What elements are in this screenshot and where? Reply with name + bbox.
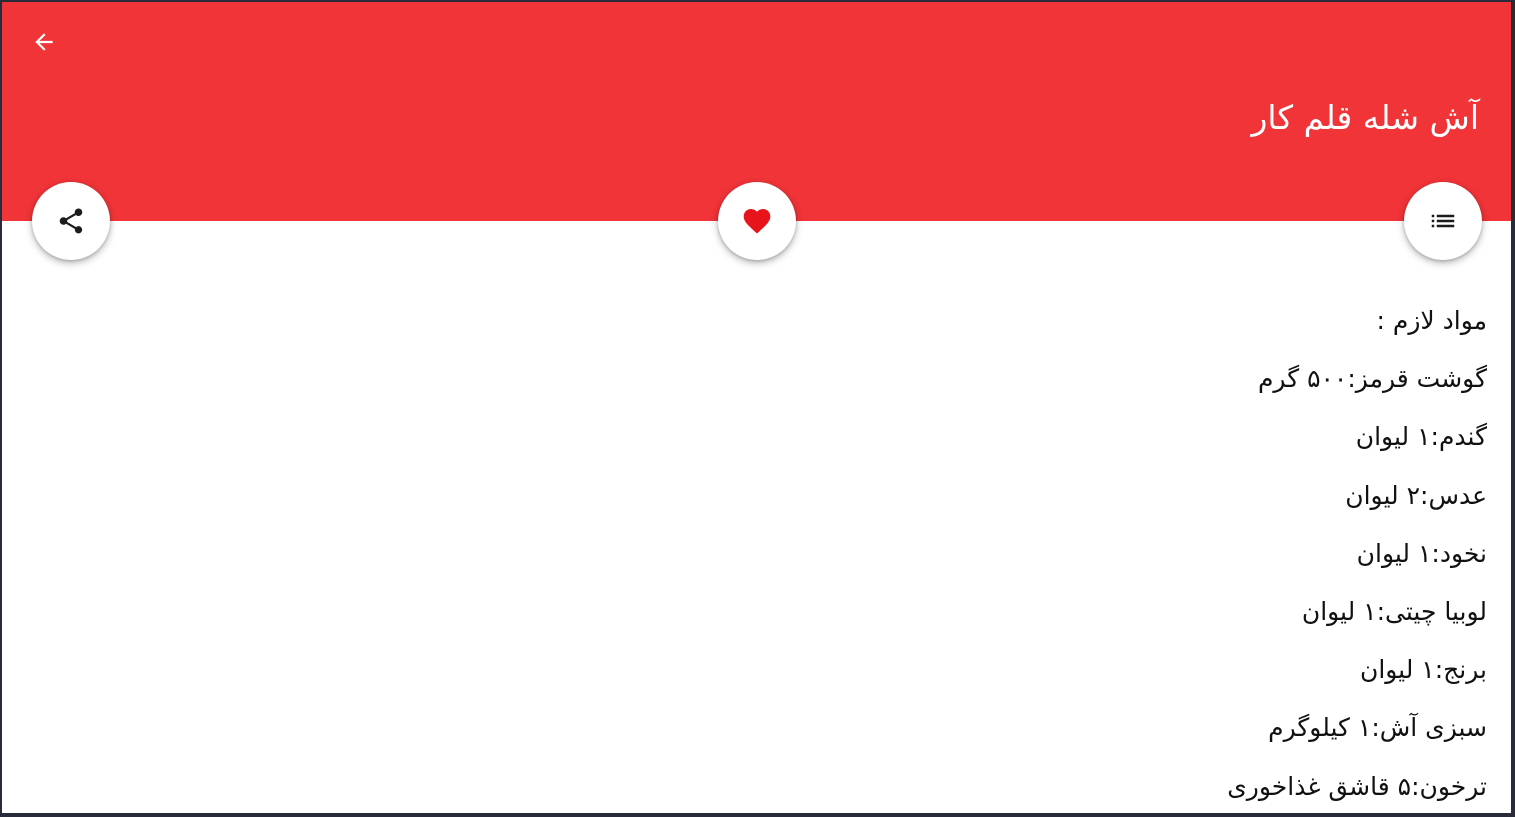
ingredient-item: گوشت قرمز:۵۰۰ گرم [1257, 364, 1487, 394]
favorite-button[interactable] [718, 182, 796, 260]
ingredient-item: برنج:۱ لیوان [1359, 655, 1487, 685]
list-button[interactable] [1404, 182, 1482, 260]
ingredient-item: نخود:۱ لیوان [1356, 538, 1487, 568]
heart-icon [743, 209, 771, 234]
ingredients-heading: مواد لازم : [1376, 306, 1487, 335]
app-window: آش شله قلم کار مواد لازم : گوشت قرمز:۵۰۰… [2, 2, 1511, 813]
ingredient-item: ترخون:۵ قاشق غذاخوری [1227, 771, 1487, 801]
ingredient-item: سبزی آش:۱ کیلوگرم [1268, 713, 1487, 743]
share-button[interactable] [32, 182, 110, 260]
share-icon [59, 208, 83, 234]
page-title: آش شله قلم کار [1251, 98, 1479, 137]
ingredient-item: گندم:۱ لیوان [1355, 422, 1487, 452]
list-icon [1431, 214, 1455, 228]
recipe-content: مواد لازم : گوشت قرمز:۵۰۰ گرم گندم:۱ لیو… [87, 292, 1487, 813]
ingredient-item: عدس:۲ لیوان [1345, 480, 1487, 510]
back-button[interactable] [26, 24, 62, 60]
arrow-left-icon [35, 33, 53, 51]
ingredient-item: لوبیا چیتی:۱ لیوان [1301, 596, 1487, 626]
